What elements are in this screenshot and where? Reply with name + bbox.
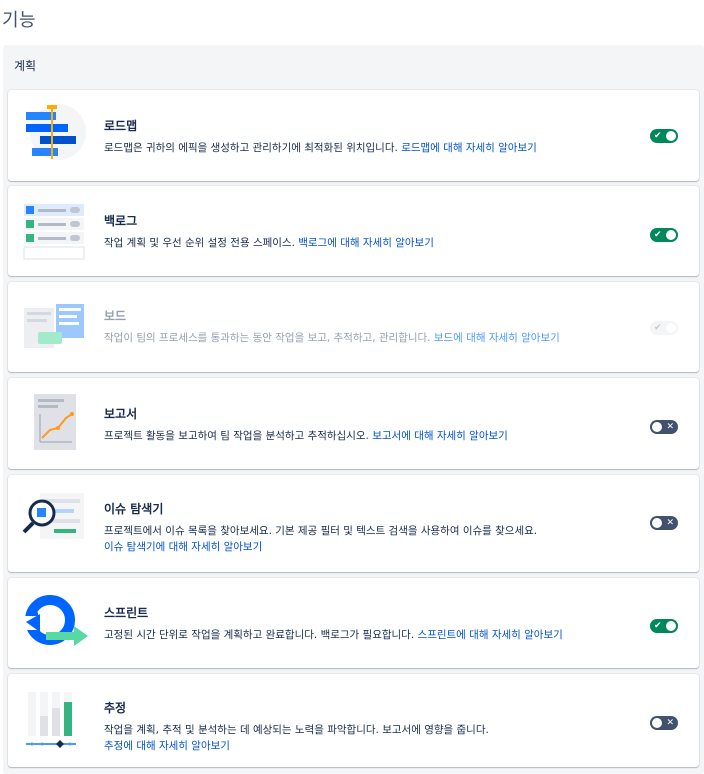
toggle-knob [652,718,662,728]
feature-description: 로드맵은 귀하의 에픽을 생성하고 관리하기에 최적화된 위치입니다. [104,142,398,154]
feature-description: 작업을 계획, 추적 및 분석하는 데 예상되는 노력을 파악합니다. 보고서에… [104,724,489,736]
check-icon: ✔ [654,230,662,240]
reports-toggle[interactable]: ✕ [650,420,678,434]
feature-card-sprint: 스프린트 고정된 시간 단위로 작업을 계획하고 완료합니다. 백로그가 필요합… [8,578,699,668]
estimation-toggle[interactable]: ✕ [650,716,678,730]
check-icon: ✔ [654,131,662,141]
feature-card-board: 보드 작업이 팀의 프로세스를 통과하는 동안 작업을 보고, 추적하고, 관리… [8,282,699,372]
feature-card-roadmap: 로드맵 로드맵은 귀하의 에픽을 생성하고 관리하기에 최적화된 위치입니다. … [8,90,699,181]
feature-card-estimation: 추정 작업을 계획, 추적 및 분석하는 데 예상되는 노력을 파악합니다. 보… [8,674,699,767]
sprint-illustration-icon [18,590,90,660]
check-icon: ✔ [654,323,662,333]
estimation-illustration-icon [18,686,90,756]
feature-name: 이슈 탐색기 [104,502,164,516]
feature-card-backlog: 백로그 작업 계획 및 우선 순위 설정 전용 스페이스. 백로그에 대해 자세… [8,186,699,276]
backlog-toggle[interactable]: ✔ [650,228,678,242]
feature-description: 고정된 시간 단위로 작업을 계획하고 완료합니다. 백로그가 필요합니다. [104,629,415,641]
page-title: 기능 [2,10,37,31]
sprint-toggle[interactable]: ✔ [650,619,678,633]
learn-more-link[interactable]: 보고서에 대해 자세히 알아보기 [372,430,508,442]
toggle-knob [652,422,662,432]
learn-more-link[interactable]: 스프린트에 대해 자세히 알아보기 [418,629,563,641]
feature-name: 스프린트 [104,606,149,620]
toggle-knob [666,131,676,141]
reports-illustration-icon [18,390,90,460]
roadmap-toggle[interactable]: ✔ [650,129,678,143]
learn-more-link[interactable]: 이슈 탐색기에 대해 자세히 알아보기 [104,541,262,553]
feature-name: 보고서 [104,407,138,421]
board-toggle[interactable]: ✔ [650,321,678,335]
toggle-knob [666,230,676,240]
issue-navigator-illustration-icon [18,487,90,557]
learn-more-link[interactable]: 로드맵에 대해 자세히 알아보기 [401,142,537,154]
section-title: 계획 [14,59,37,73]
planning-section: 계획 로드맵 로드맵은 귀하의 에픽을 생성하고 관리하기에 최적화된 위치입니… [3,45,704,774]
issue-navigator-toggle[interactable]: ✕ [650,516,678,530]
feature-name: 백로그 [104,214,138,228]
feature-description: 프로젝트 활동을 보고하여 팀 작업을 분석하고 추적하십시오. [104,430,369,442]
feature-description: 작업이 팀의 프로세스를 통과하는 동안 작업을 보고, 추적하고, 관리합니다… [104,332,431,344]
learn-more-link[interactable]: 추정에 대해 자세히 알아보기 [104,740,230,752]
roadmap-illustration-icon [18,102,90,172]
toggle-knob [666,323,676,333]
feature-name: 보드 [104,309,127,323]
backlog-illustration-icon [18,198,90,268]
close-icon: ✕ [666,718,674,728]
board-illustration-icon [18,294,90,364]
learn-more-link[interactable]: 백로그에 대해 자세히 알아보기 [298,237,434,249]
close-icon: ✕ [666,518,674,528]
toggle-knob [652,518,662,528]
check-icon: ✔ [654,621,662,631]
feature-name: 로드맵 [104,119,138,133]
close-icon: ✕ [666,422,674,432]
feature-name: 추정 [104,701,127,715]
feature-description: 작업 계획 및 우선 순위 설정 전용 스페이스. [104,237,295,249]
toggle-knob [666,621,676,631]
learn-more-link[interactable]: 보드에 대해 자세히 알아보기 [434,332,560,344]
feature-card-reports: 보고서 프로젝트 활동을 보고하여 팀 작업을 분석하고 추적하십시오. 보고서… [8,378,699,469]
feature-description: 프로젝트에서 이슈 목록을 찾아보세요. 기본 제공 필터 및 텍스트 검색을 … [104,525,538,537]
feature-card-issue-navigator: 이슈 탐색기 프로젝트에서 이슈 목록을 찾아보세요. 기본 제공 필터 및 텍… [8,475,699,572]
